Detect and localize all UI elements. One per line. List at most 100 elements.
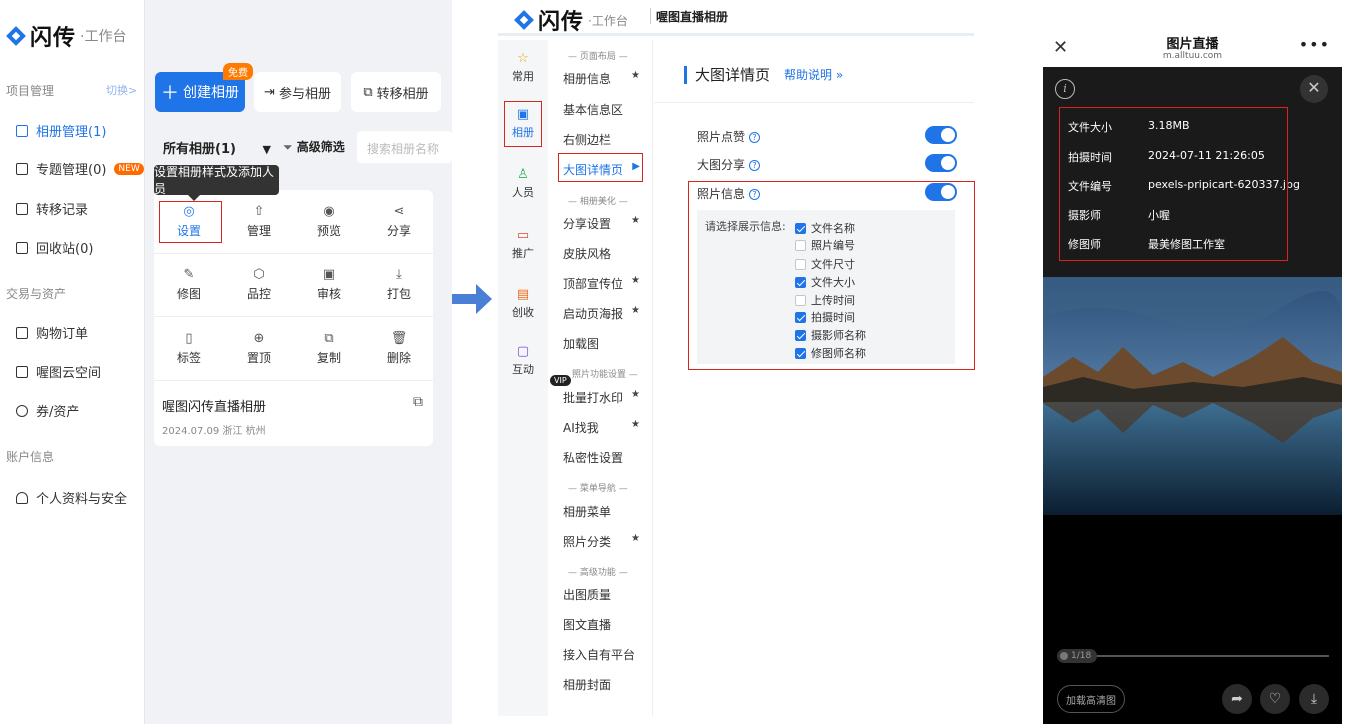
brand-name: 闪传 <box>538 10 585 35</box>
sidebar-item-cloud-space[interactable]: 喔图云空间 <box>16 362 101 381</box>
album-search-input[interactable]: 搜索相册名称 <box>357 131 452 163</box>
menu-item-photo-category[interactable]: 照片分类 ★ <box>563 533 643 550</box>
delete-icon: 🗑︎ <box>390 331 408 346</box>
transfer-album-button[interactable]: ⧉ 转移相册 <box>351 72 441 112</box>
menu-item-basic-info[interactable]: 基本信息区 <box>563 101 643 118</box>
menu-item-album-info[interactable]: 相册信息 ★ <box>563 70 643 87</box>
menu-item-loading-image[interactable]: 加载图 <box>563 335 643 352</box>
share-action[interactable]: ⋖ 分享 <box>369 198 429 246</box>
tag-action[interactable]: ▯ 标签 <box>159 325 219 373</box>
sidebar-item-coupons[interactable]: 券/资产 <box>16 401 79 420</box>
rail-item-people[interactable]: ♙ 人员 <box>498 168 548 200</box>
menu-item-top-banner[interactable]: 顶部宣传位 ★ <box>563 275 643 292</box>
menu-item-share-settings[interactable]: 分享设置 ★ <box>563 215 643 232</box>
load-hd-button[interactable]: 加载高清图 <box>1057 685 1125 713</box>
progress-indicator[interactable]: 1/18 <box>1057 649 1098 663</box>
photo-like-toggle[interactable] <box>925 126 957 144</box>
people-icon: ♙ <box>517 167 529 182</box>
progress-track <box>1057 655 1329 657</box>
sidebar-item-transfer-records[interactable]: 转移记录 <box>16 199 88 218</box>
advanced-filter-label: 高级筛选 <box>296 140 345 154</box>
brand-logo[interactable]: 闪传 ·工作台 <box>514 4 628 36</box>
retouch-icon: ✎ <box>183 267 195 282</box>
rail-label: 常用 <box>512 70 534 83</box>
menu-item-output-quality[interactable]: 出图质量 <box>563 586 643 603</box>
info-icon[interactable]: i <box>1055 79 1075 99</box>
copy-action[interactable]: ⧉ 复制 <box>299 325 359 373</box>
menu-item-own-platform[interactable]: 接入自有平台 <box>563 646 643 663</box>
rail-item-promote[interactable]: ▭ 推广 <box>498 229 548 261</box>
all-albums-dropdown[interactable]: 所有相册(1) ▼ <box>163 138 271 157</box>
photo-progress[interactable]: 1/18 <box>1057 649 1329 663</box>
package-action[interactable]: ⤓ 打包 <box>369 261 429 309</box>
rail-item-interact[interactable]: ▢ 互动 <box>498 345 548 377</box>
help-icon[interactable]: ? <box>749 160 761 171</box>
menu-item-watermark[interactable]: 批量打水印 ★ <box>563 389 643 406</box>
option-label: 大图分享 <box>697 158 746 172</box>
close-overlay-icon[interactable]: ✕ <box>1300 75 1328 103</box>
mobile-preview: ✕ 图片直播 m.alltuu.com ••• i ✕ 文件大小 3.18MB … <box>1043 29 1342 724</box>
menu-section-nav: — 菜单导航 — <box>568 484 628 494</box>
menu-item-text-live[interactable]: 图文直播 <box>563 616 643 633</box>
sidebar-item-label: 专题管理(0) <box>36 163 107 178</box>
sidebar-item-topics[interactable]: 专题管理(0) NEW <box>16 159 144 178</box>
menu-item-skin-style[interactable]: 皮肤风格 <box>563 245 643 262</box>
rail-item-revenue[interactable]: ▤ 创收 <box>498 288 548 320</box>
brand-logo[interactable]: 闪传 ·工作台 <box>6 20 126 52</box>
rail-item-common[interactable]: ☆ 常用 <box>498 52 548 84</box>
heart-icon[interactable]: ♡ <box>1260 684 1290 714</box>
workbench-panel: 闪传 ·工作台 项目管理 切换> 相册管理(1) 专题管理(0) NEW 转移记… <box>0 0 452 724</box>
all-albums-label: 所有相册(1) <box>163 142 236 157</box>
menu-item-album-cover[interactable]: 相册封面 <box>563 676 643 693</box>
content-title: 大图详情页 <box>695 66 771 84</box>
big-share-toggle[interactable] <box>925 154 957 172</box>
manage-action[interactable]: ⇧ 管理 <box>229 198 289 246</box>
delete-action[interactable]: 🗑︎ 删除 <box>369 325 429 373</box>
download-icon[interactable]: ⤓ <box>1299 684 1329 714</box>
action-label: 分享 <box>386 224 411 238</box>
landscape-photo[interactable] <box>1043 277 1342 515</box>
sidebar-item-orders[interactable]: 购物订单 <box>16 323 88 342</box>
menu-item-privacy[interactable]: 私密性设置 <box>563 449 643 466</box>
option-big-share: 大图分享? <box>697 154 957 173</box>
settings-highlight-box <box>159 201 222 243</box>
sidebar-item-recycle-bin[interactable]: 回收站(0) <box>16 238 93 257</box>
join-icon: ⇥ <box>264 84 275 100</box>
help-link[interactable]: 帮助说明 » <box>784 66 843 83</box>
album-settings-panel: 闪传 ·工作台 喔图直播相册 ☆ 常用 ▣ 相册 ♙ 人员 ▭ 推广 ▤ 创收 … <box>498 0 975 716</box>
caret-down-icon: ▼ <box>262 143 271 156</box>
menu-label: 相册信息 <box>563 72 612 86</box>
join-album-button[interactable]: ⇥ 参与相册 <box>254 72 341 112</box>
arrow-head <box>476 284 492 314</box>
trash-icon <box>16 241 28 254</box>
album-title[interactable]: 喔图闪传直播相册 <box>162 396 266 415</box>
switch-link[interactable]: 切换> <box>106 82 137 98</box>
quality-icon: ⬡ <box>253 267 265 282</box>
retouch-action[interactable]: ✎ 修图 <box>159 261 219 309</box>
flow-arrow-icon <box>452 284 492 314</box>
menu-item-album-menu[interactable]: 相册菜单 <box>563 503 643 520</box>
album-icon <box>16 124 28 137</box>
manage-icon: ⇧ <box>253 204 265 219</box>
sidebar-item-albums[interactable]: 相册管理(1) <box>16 121 106 140</box>
advanced-filter-button[interactable]: ⏷ 高级筛选 <box>283 138 345 155</box>
star-icon: ★ <box>631 215 640 226</box>
copy-link-icon[interactable]: ⧉ <box>413 394 423 410</box>
filter-icon: ⏷ <box>283 140 293 154</box>
menu-item-splash-poster[interactable]: 启动页海报 ★ <box>563 305 643 322</box>
transfer-icon <box>16 202 28 215</box>
preview-action[interactable]: ◉ 预览 <box>299 198 359 246</box>
quality-control-action[interactable]: ⬡ 品控 <box>229 261 289 309</box>
card-divider <box>154 253 433 254</box>
share-icon[interactable]: ➦ <box>1222 684 1252 714</box>
more-icon[interactable]: ••• <box>1299 35 1330 54</box>
title-accent-bar <box>684 65 687 84</box>
menu-label: 顶部宣传位 <box>563 277 624 291</box>
nav-group-trade: 交易与资产 <box>6 287 67 301</box>
menu-item-right-sidebar[interactable]: 右侧边栏 <box>563 131 643 148</box>
help-icon[interactable]: ? <box>749 132 761 143</box>
sidebar-item-profile[interactable]: 个人资料与安全 <box>16 488 127 507</box>
menu-item-ai-find-me[interactable]: AI找我 ★ <box>563 419 643 436</box>
review-action[interactable]: ▣ 审核 <box>299 261 359 309</box>
pin-top-action[interactable]: ⊕ 置顶 <box>229 325 289 373</box>
